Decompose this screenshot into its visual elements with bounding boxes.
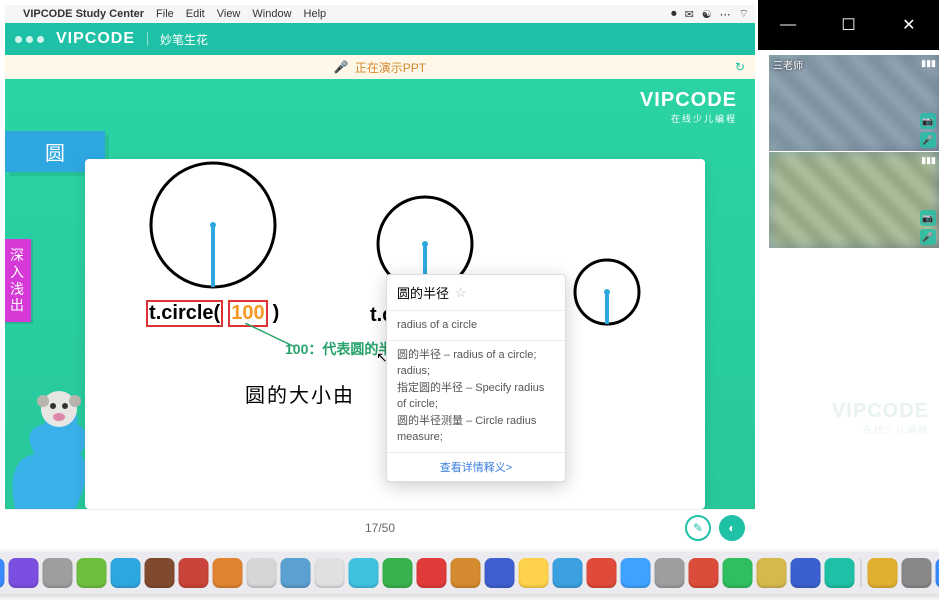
dock-app-12[interactable] <box>382 558 412 588</box>
camera-icon[interactable]: 📷 <box>920 113 936 129</box>
mac-menu-edit[interactable]: Edit <box>186 8 205 20</box>
ppt-status-label: 正在演示PPT <box>355 59 426 76</box>
brand-watermark-top: VIPCODE 在线少儿编程 <box>640 89 737 125</box>
dock-app-25[interactable] <box>824 558 854 588</box>
dock-app-1[interactable] <box>8 558 38 588</box>
circle-large <box>148 160 278 290</box>
dock-app-26[interactable] <box>867 558 897 588</box>
mic-icon[interactable]: 🎤 <box>920 132 936 148</box>
popup-more-link[interactable]: 查看详情释义> <box>387 453 565 481</box>
close-button[interactable]: ✕ <box>889 5 929 45</box>
mac-menu-help[interactable]: Help <box>304 8 327 20</box>
mac-dock <box>0 552 939 594</box>
signal-icon: ▮▮▮ <box>921 155 936 166</box>
dock-app-6[interactable] <box>178 558 208 588</box>
slide-footer: 17/50 ✎ ◐ <box>5 509 755 545</box>
camera-icon[interactable]: 📷 <box>920 210 936 226</box>
mac-menu-app[interactable]: VIPCODE Study Center <box>23 8 144 20</box>
outer-window-titlebar: — ☐ ✕ <box>758 0 939 50</box>
traffic-lights[interactable] <box>15 36 44 43</box>
refresh-icon[interactable]: ↻ <box>735 60 745 74</box>
dock-app-19[interactable] <box>620 558 650 588</box>
page-indicator: 17/50 <box>365 521 395 535</box>
dock-app-14[interactable] <box>450 558 480 588</box>
dock-app-3[interactable] <box>76 558 106 588</box>
app-header: VIPCODE 妙笔生花 <box>5 23 755 55</box>
dock-app-13[interactable] <box>416 558 446 588</box>
dock-app-4[interactable] <box>110 558 140 588</box>
app-subtitle: 妙笔生花 <box>160 31 208 48</box>
mascot-monkey <box>5 359 95 509</box>
video-label-teacher: 三老师 <box>773 57 803 72</box>
presenter-icon: 🎤 <box>334 60 349 74</box>
dock-app-17[interactable] <box>552 558 582 588</box>
dock-app-16[interactable] <box>518 558 548 588</box>
star-icon[interactable]: ☆ <box>455 285 467 301</box>
signal-icon: ▮▮▮ <box>921 58 936 69</box>
wifi-icon[interactable]: ⌔ <box>739 7 749 21</box>
dock-app-21[interactable] <box>688 558 718 588</box>
brand-watermark-bottom: VIPCODE 在线少儿编程 <box>832 400 929 436</box>
dock-app-22[interactable] <box>722 558 752 588</box>
dock-app-11[interactable] <box>348 558 378 588</box>
app-brand: VIPCODE <box>56 30 135 48</box>
video-panel-teacher[interactable]: 三老师 ▮▮▮ 📷 🎤 <box>769 55 939 151</box>
dock-app-9[interactable] <box>280 558 310 588</box>
dock-app-7[interactable] <box>212 558 242 588</box>
dock-app-23[interactable] <box>756 558 786 588</box>
circle-small <box>572 257 642 327</box>
mac-menu-file[interactable]: File <box>156 8 174 20</box>
dock-app-10[interactable] <box>314 558 344 588</box>
ppt-status-bar: 🎤 正在演示PPT ↻ <box>5 55 755 79</box>
lecture-area: VIPCODE 在线少儿编程 圆 深入浅出 <box>5 79 755 509</box>
minimize-button[interactable]: — <box>768 5 808 45</box>
video-panel-student[interactable]: ▮▮▮ 📷 🎤 <box>769 152 939 248</box>
dock-app-20[interactable] <box>654 558 684 588</box>
mic-icon[interactable]: 🎤 <box>920 229 936 245</box>
dock-app-28[interactable] <box>935 558 939 588</box>
popup-definition: radius of a circle <box>387 311 565 341</box>
dock-app-2[interactable] <box>42 558 72 588</box>
dictionary-popup: 圆的半径 ☆ radius of a circle 圆的半径 – radius … <box>386 274 566 482</box>
wechat-status-icon[interactable]: ✉ <box>685 8 694 21</box>
dock-app-8[interactable] <box>246 558 276 588</box>
qq-status-icon[interactable]: ☯ <box>702 8 712 21</box>
dock-app-18[interactable] <box>586 558 616 588</box>
maximize-button[interactable]: ☐ <box>828 5 868 45</box>
side-badge: 深入浅出 <box>5 239 31 322</box>
dock-app-0[interactable] <box>0 558 4 588</box>
eraser-tool-button[interactable]: ◐ <box>719 515 745 541</box>
mac-menu-window[interactable]: Window <box>252 8 291 20</box>
mac-menu-view[interactable]: View <box>217 8 241 20</box>
dock-app-5[interactable] <box>144 558 174 588</box>
dock-app-24[interactable] <box>790 558 820 588</box>
spacer-icon: ⋯ <box>720 8 731 21</box>
popup-examples: 圆的半径 – radius of a circle; radius; 指定圆的半… <box>387 341 565 453</box>
description-text: 圆的大小由 <box>245 379 355 408</box>
pen-tool-button[interactable]: ✎ <box>685 515 711 541</box>
dock-app-27[interactable] <box>901 558 931 588</box>
dock-app-15[interactable] <box>484 558 514 588</box>
popup-title: 圆的半径 <box>397 283 449 302</box>
video-icon[interactable]: ⏺ <box>671 8 677 21</box>
mac-menubar: VIPCODE Study Center File Edit View Wind… <box>5 5 755 23</box>
